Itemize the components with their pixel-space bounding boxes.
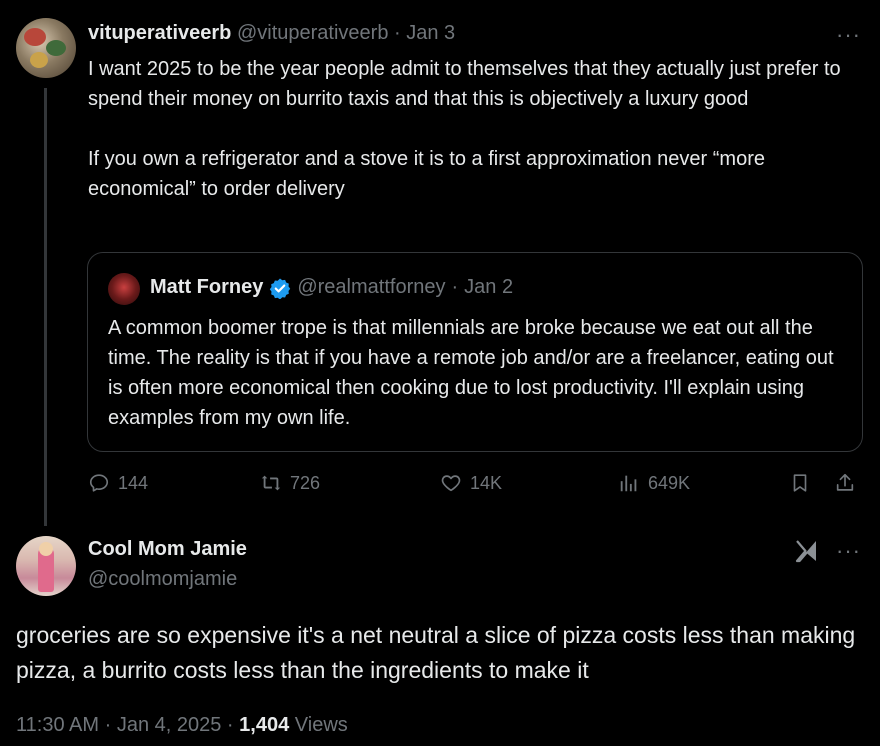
tweet-time[interactable]: 11:30 AM bbox=[16, 714, 99, 736]
grok-icon[interactable] bbox=[794, 538, 820, 564]
tweet-text: groceries are so expensive it's a net ne… bbox=[16, 622, 856, 683]
views-label: Views bbox=[294, 714, 348, 736]
bookmark-button[interactable] bbox=[789, 472, 811, 494]
handle[interactable]: @coolmomjamie bbox=[88, 568, 237, 591]
avatar[interactable] bbox=[16, 536, 76, 596]
share-button[interactable] bbox=[834, 472, 856, 494]
handle[interactable]: @vituperativeerb bbox=[237, 22, 388, 44]
avatar bbox=[108, 273, 140, 305]
action-bar: 144 726 14K 649K bbox=[88, 472, 868, 502]
tweet-paragraph: I want 2025 to be the year people admit … bbox=[88, 58, 841, 110]
separator: · bbox=[394, 22, 401, 44]
quote-header: Matt Forney @realmattforney · Jan 2 bbox=[150, 276, 513, 299]
tweet-paragraph: If you own a refrigerator and a stove it… bbox=[88, 148, 765, 200]
more-icon[interactable]: ··· bbox=[836, 540, 861, 562]
reply-icon bbox=[89, 474, 109, 492]
views-button[interactable]: 649K bbox=[618, 472, 690, 494]
avatar[interactable] bbox=[16, 18, 76, 78]
like-count: 14K bbox=[470, 472, 503, 493]
like-button[interactable]: 14K bbox=[440, 472, 502, 494]
display-name[interactable]: vituperativeerb bbox=[88, 22, 231, 44]
handle: @realmattforney bbox=[297, 276, 446, 298]
reply-button[interactable]: 144 bbox=[88, 472, 148, 494]
tweet-date[interactable]: Jan 4, 2025 bbox=[117, 714, 222, 736]
tweet-date[interactable]: Jan 3 bbox=[406, 22, 455, 44]
separator: · bbox=[451, 276, 459, 298]
tweet-header: vituperativeerb @vituperativeerb · Jan 3 bbox=[88, 22, 455, 45]
more-icon[interactable]: ··· bbox=[836, 24, 861, 46]
verified-badge-icon bbox=[270, 278, 291, 299]
tweet-meta: 11:30 AM · Jan 4, 2025 · 1,404 Views bbox=[16, 714, 348, 737]
quoted-tweet[interactable]: Matt Forney @realmattforney · Jan 2 A co… bbox=[87, 252, 863, 452]
quote-text: A common boomer trope is that millennial… bbox=[108, 317, 834, 429]
separator: · bbox=[104, 714, 112, 736]
repost-icon bbox=[261, 475, 281, 491]
reply-count: 144 bbox=[118, 472, 149, 493]
separator: · bbox=[226, 714, 234, 736]
display-name[interactable]: Cool Mom Jamie bbox=[88, 538, 247, 561]
heart-icon bbox=[441, 475, 461, 492]
analytics-icon bbox=[620, 475, 637, 492]
display-name: Matt Forney bbox=[150, 276, 264, 298]
views-count: 1,404 bbox=[239, 714, 290, 736]
views-count: 649K bbox=[648, 472, 691, 493]
bookmark-icon bbox=[793, 474, 807, 492]
tweet-date: Jan 2 bbox=[464, 276, 514, 298]
tweet-text: I want 2025 to be the year people admit … bbox=[88, 54, 863, 204]
thread-line bbox=[44, 88, 47, 526]
repost-button[interactable]: 726 bbox=[260, 472, 320, 494]
share-icon bbox=[836, 473, 854, 491]
repost-count: 726 bbox=[290, 472, 321, 493]
